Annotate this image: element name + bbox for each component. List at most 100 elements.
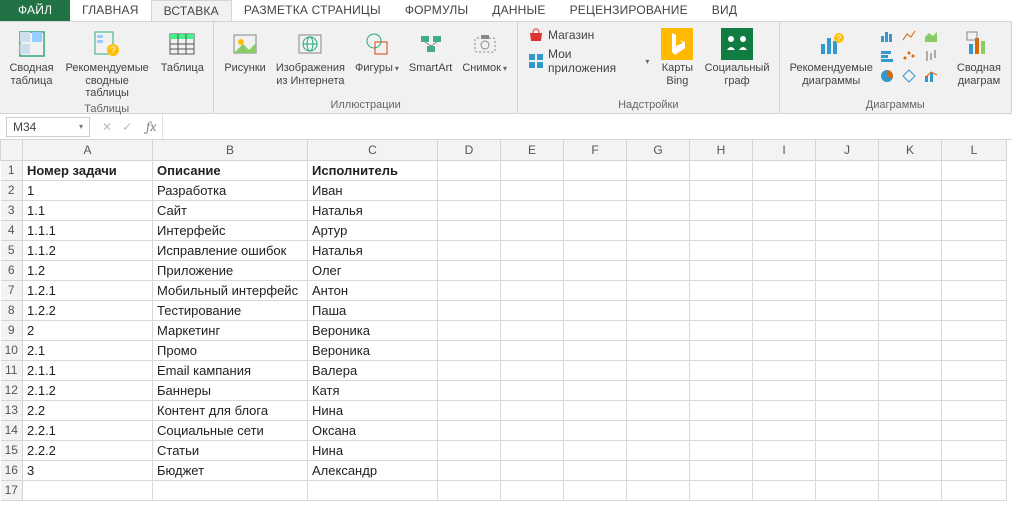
- cell-G15[interactable]: [627, 440, 690, 460]
- cell-H4[interactable]: [690, 220, 753, 240]
- cell-J9[interactable]: [816, 320, 879, 340]
- row-header-6[interactable]: 6: [1, 260, 23, 280]
- cell-I12[interactable]: [753, 380, 816, 400]
- cell-J3[interactable]: [816, 200, 879, 220]
- cell-D6[interactable]: [438, 260, 501, 280]
- cell-F15[interactable]: [564, 440, 627, 460]
- cell-E3[interactable]: [501, 200, 564, 220]
- select-all-corner[interactable]: [1, 140, 23, 160]
- cell-H10[interactable]: [690, 340, 753, 360]
- cell-F12[interactable]: [564, 380, 627, 400]
- cell-G3[interactable]: [627, 200, 690, 220]
- row-header-14[interactable]: 14: [1, 420, 23, 440]
- cell-G16[interactable]: [627, 460, 690, 480]
- cell-D7[interactable]: [438, 280, 501, 300]
- cell-C12[interactable]: Катя: [308, 380, 438, 400]
- tab-главная[interactable]: ГЛАВНАЯ: [70, 0, 150, 21]
- cell-I13[interactable]: [753, 400, 816, 420]
- cell-K15[interactable]: [879, 440, 942, 460]
- cell-G7[interactable]: [627, 280, 690, 300]
- row-header-13[interactable]: 13: [1, 400, 23, 420]
- cell-A17[interactable]: [23, 480, 153, 500]
- cell-E6[interactable]: [501, 260, 564, 280]
- cell-L11[interactable]: [942, 360, 1007, 380]
- cell-H3[interactable]: [690, 200, 753, 220]
- cell-F14[interactable]: [564, 420, 627, 440]
- shapes-button[interactable]: Фигуры▾: [351, 24, 403, 77]
- cell-D13[interactable]: [438, 400, 501, 420]
- cell-K3[interactable]: [879, 200, 942, 220]
- column-header-D[interactable]: D: [438, 140, 501, 160]
- cell-K5[interactable]: [879, 240, 942, 260]
- cell-E11[interactable]: [501, 360, 564, 380]
- cell-A3[interactable]: 1.1: [23, 200, 153, 220]
- cell-C10[interactable]: Вероника: [308, 340, 438, 360]
- cell-H13[interactable]: [690, 400, 753, 420]
- spreadsheet-grid[interactable]: ABCDEFGHIJKL1Номер задачиОписаниеИсполни…: [0, 140, 1007, 501]
- cell-D10[interactable]: [438, 340, 501, 360]
- cell-J13[interactable]: [816, 400, 879, 420]
- cell-F7[interactable]: [564, 280, 627, 300]
- cell-C16[interactable]: Александр: [308, 460, 438, 480]
- cell-K9[interactable]: [879, 320, 942, 340]
- cell-I1[interactable]: [753, 160, 816, 180]
- cell-C7[interactable]: Антон: [308, 280, 438, 300]
- tab-вставка[interactable]: ВСТАВКА: [151, 0, 232, 21]
- cell-K12[interactable]: [879, 380, 942, 400]
- cell-F5[interactable]: [564, 240, 627, 260]
- chevron-down-icon[interactable]: ▾: [79, 122, 83, 131]
- cell-G9[interactable]: [627, 320, 690, 340]
- cell-A14[interactable]: 2.2.1: [23, 420, 153, 440]
- online-pictures-button[interactable]: Изображенияиз Интернета: [272, 24, 349, 89]
- column-header-B[interactable]: B: [153, 140, 308, 160]
- cell-J8[interactable]: [816, 300, 879, 320]
- cell-K17[interactable]: [879, 480, 942, 500]
- cell-L5[interactable]: [942, 240, 1007, 260]
- cell-I15[interactable]: [753, 440, 816, 460]
- cell-A16[interactable]: 3: [23, 460, 153, 480]
- radar-chart-icon[interactable]: [901, 68, 917, 84]
- cell-G8[interactable]: [627, 300, 690, 320]
- row-header-5[interactable]: 5: [1, 240, 23, 260]
- cell-B11[interactable]: Email кампания: [153, 360, 308, 380]
- screenshot-button[interactable]: Снимок▾: [458, 24, 511, 77]
- cell-E15[interactable]: [501, 440, 564, 460]
- cell-A15[interactable]: 2.2.2: [23, 440, 153, 460]
- tab-вид[interactable]: ВИД: [700, 0, 749, 21]
- fx-icon[interactable]: fx: [140, 118, 162, 135]
- cell-E2[interactable]: [501, 180, 564, 200]
- combo-chart-icon[interactable]: [923, 68, 939, 84]
- cell-B8[interactable]: Тестирование: [153, 300, 308, 320]
- cell-A1[interactable]: Номер задачи: [23, 160, 153, 180]
- cell-I6[interactable]: [753, 260, 816, 280]
- bar-chart-icon[interactable]: [879, 28, 895, 44]
- cell-C1[interactable]: Исполнитель: [308, 160, 438, 180]
- cell-L2[interactable]: [942, 180, 1007, 200]
- cell-D3[interactable]: [438, 200, 501, 220]
- formula-input[interactable]: [162, 114, 1012, 139]
- cell-K14[interactable]: [879, 420, 942, 440]
- cell-B6[interactable]: Приложение: [153, 260, 308, 280]
- cell-K13[interactable]: [879, 400, 942, 420]
- cell-B4[interactable]: Интерфейс: [153, 220, 308, 240]
- pivot-table-button[interactable]: Своднаятаблица: [6, 24, 57, 89]
- cell-G1[interactable]: [627, 160, 690, 180]
- cell-C17[interactable]: [308, 480, 438, 500]
- cell-C2[interactable]: Иван: [308, 180, 438, 200]
- cell-K1[interactable]: [879, 160, 942, 180]
- cell-L14[interactable]: [942, 420, 1007, 440]
- cell-A10[interactable]: 2.1: [23, 340, 153, 360]
- cell-D1[interactable]: [438, 160, 501, 180]
- cell-L9[interactable]: [942, 320, 1007, 340]
- cell-F3[interactable]: [564, 200, 627, 220]
- cell-A6[interactable]: 1.2: [23, 260, 153, 280]
- cell-C13[interactable]: Нина: [308, 400, 438, 420]
- myapps-button[interactable]: Мои приложения▾: [524, 46, 653, 76]
- cell-J12[interactable]: [816, 380, 879, 400]
- recommended-pivot-button[interactable]: ? Рекомендуемыесводные таблицы: [59, 24, 155, 102]
- cell-J17[interactable]: [816, 480, 879, 500]
- cell-D12[interactable]: [438, 380, 501, 400]
- cell-L1[interactable]: [942, 160, 1007, 180]
- cell-J15[interactable]: [816, 440, 879, 460]
- cell-B14[interactable]: Социальные сети: [153, 420, 308, 440]
